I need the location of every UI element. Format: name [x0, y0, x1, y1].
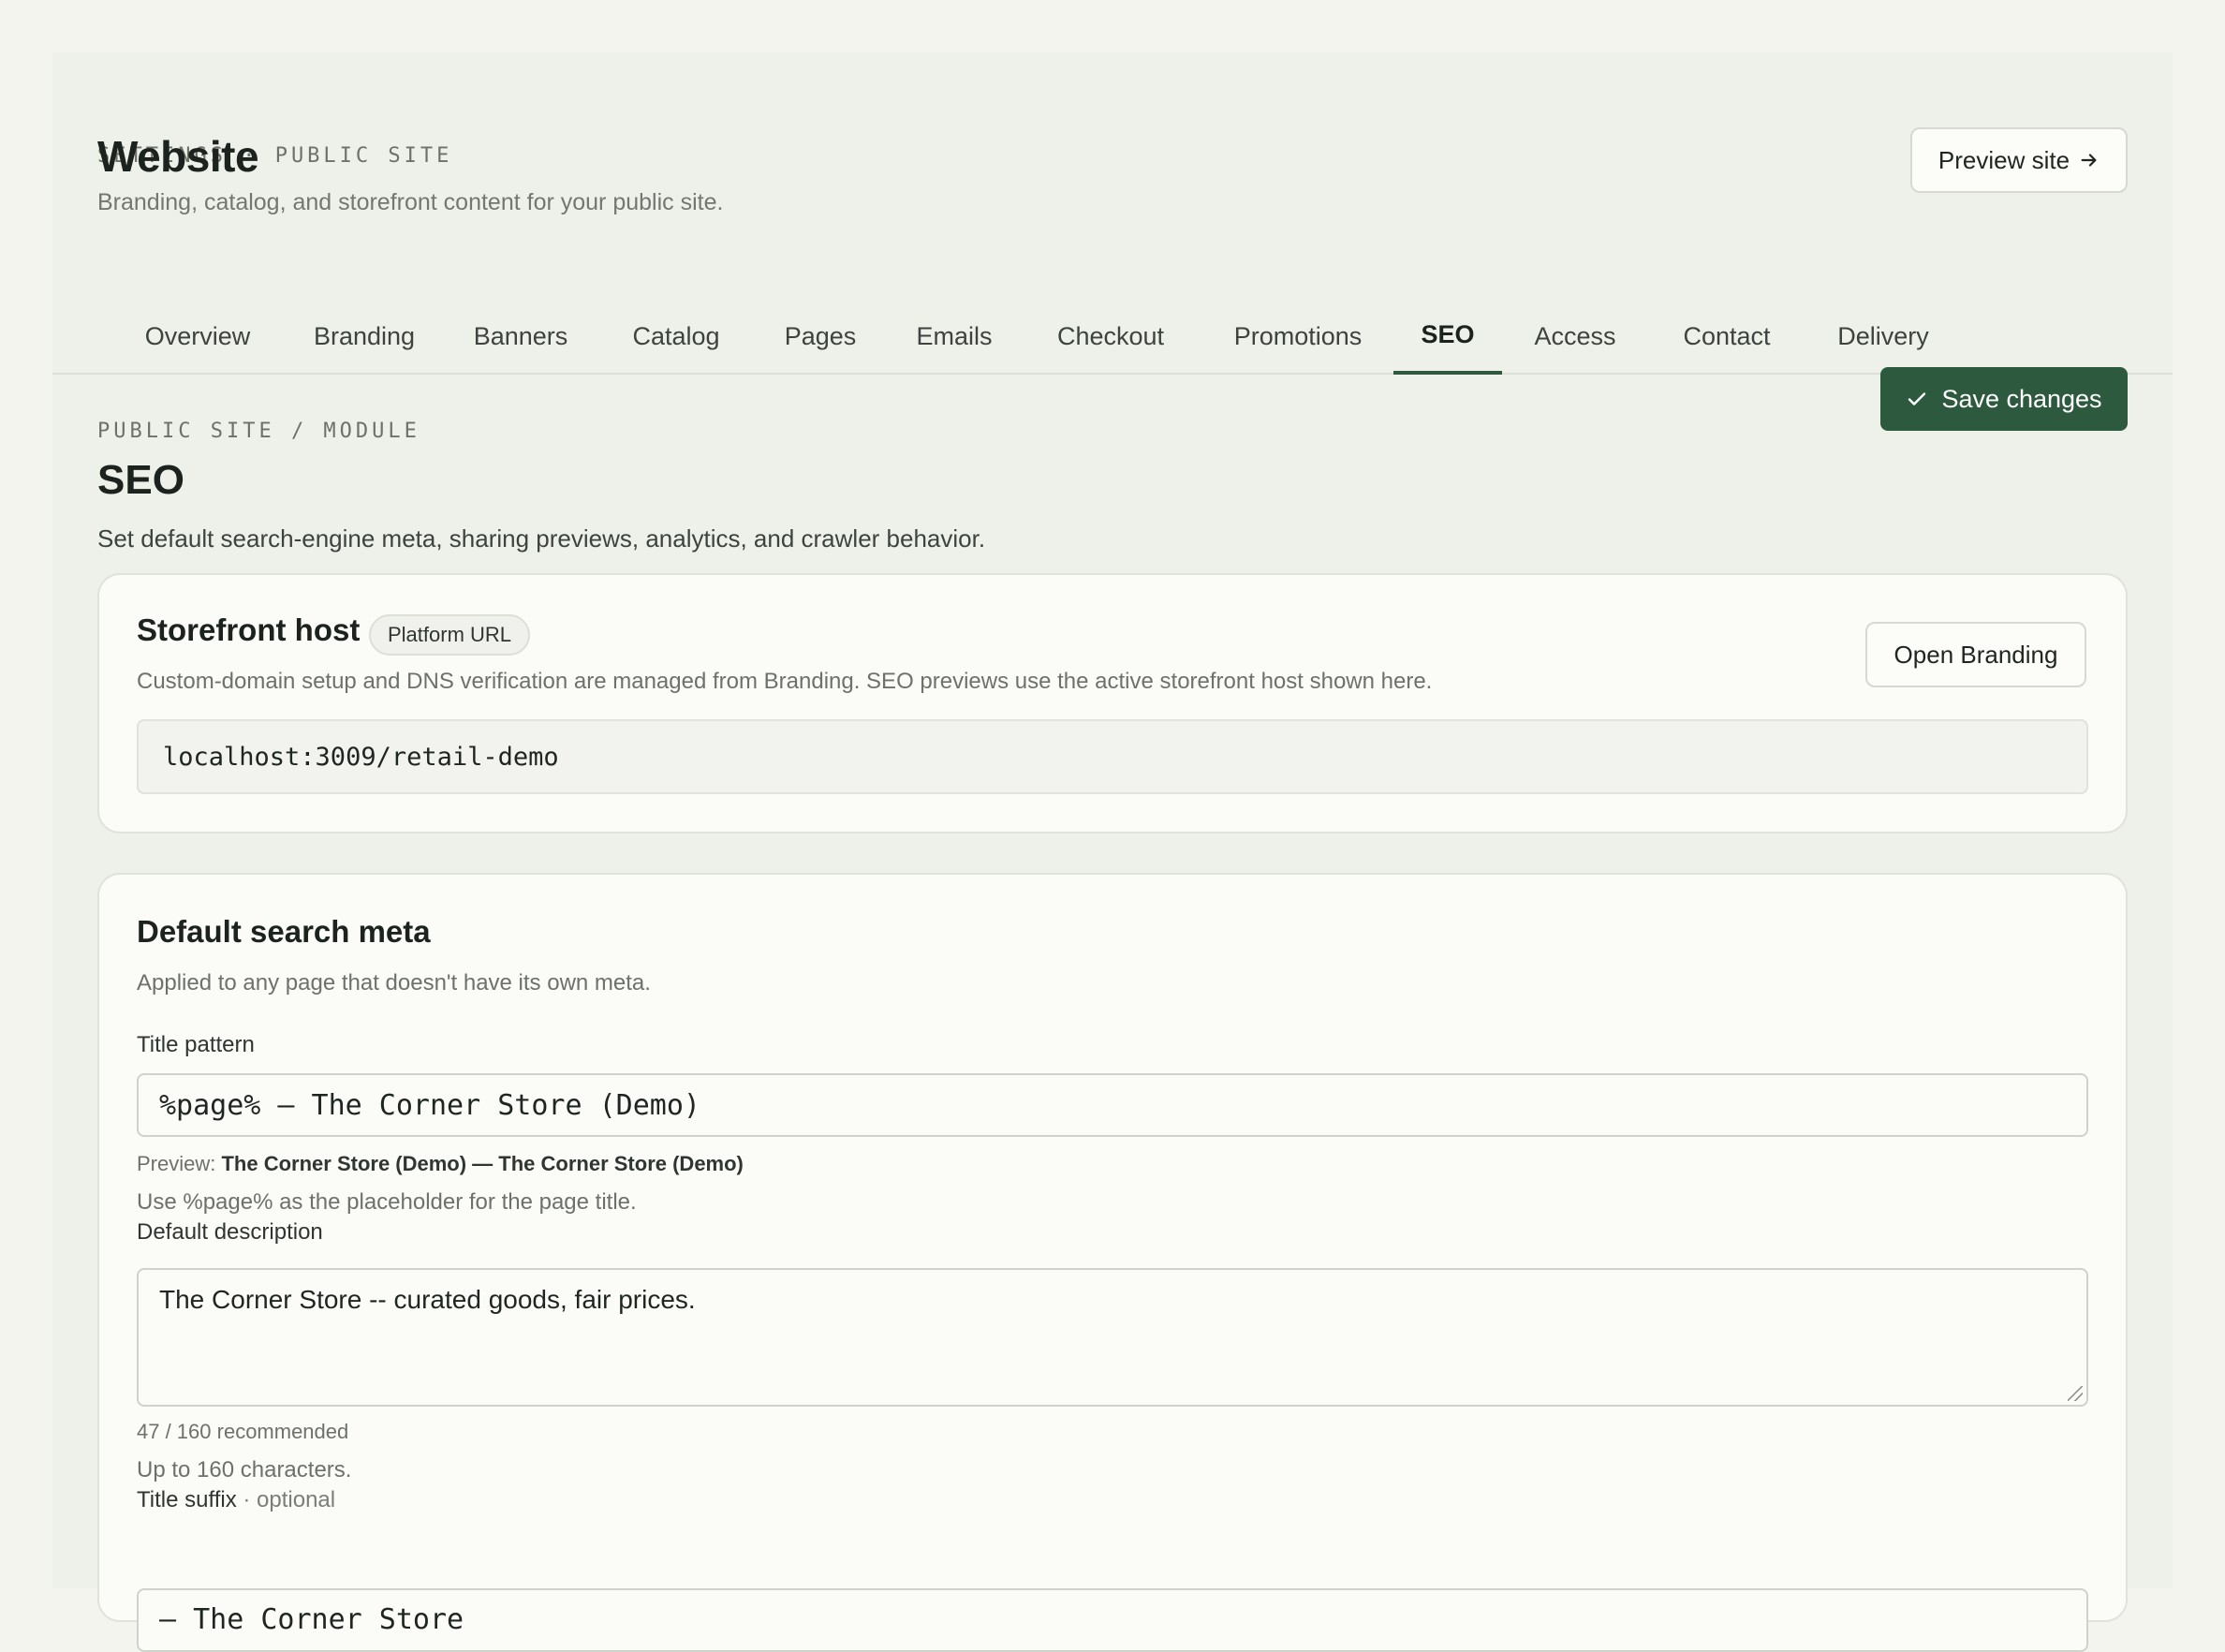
title-preview-prefix: Preview:: [137, 1152, 216, 1175]
storefront-host-help: Custom-domain setup and DNS verification…: [137, 669, 1433, 694]
title-pattern-input[interactable]: %page% — The Corner Store (Demo): [137, 1073, 2088, 1137]
title-suffix-optional: · optional: [243, 1487, 336, 1512]
tab-contact[interactable]: Contact: [1663, 298, 1790, 375]
title-suffix-label: Title suffix · optional: [137, 1487, 335, 1513]
module-title: SEO: [97, 457, 184, 503]
search-meta-help: Applied to any page that doesn't have it…: [137, 970, 651, 996]
tab-banners[interactable]: Banners: [455, 298, 586, 375]
default-description-value: The Corner Store -- curated goods, fair …: [159, 1285, 696, 1314]
module-description: Set default search-engine meta, sharing …: [97, 524, 986, 553]
tab-branding[interactable]: Branding: [294, 298, 435, 375]
page-subtitle: Branding, catalog, and storefront conten…: [97, 189, 724, 215]
save-changes-button[interactable]: Save changes: [1880, 367, 2128, 431]
search-meta-title: Default search meta: [137, 914, 431, 949]
title-suffix-label-text: Title suffix: [137, 1487, 237, 1512]
arrow-right-icon: [2081, 154, 2097, 167]
open-branding-label: Open Branding: [1893, 640, 2058, 669]
title-pattern-label: Title pattern: [137, 1032, 255, 1057]
tab-pages[interactable]: Pages: [764, 298, 877, 375]
tab-seo[interactable]: SEO: [1393, 298, 1502, 375]
module-breadcrumb: PUBLIC SITE / MODULE: [97, 420, 420, 443]
title-pattern-note: Use %page% as the placeholder for the pa…: [137, 1189, 637, 1215]
save-changes-label: Save changes: [1941, 384, 2102, 413]
storefront-host-card: Storefront host Platform URL Custom-doma…: [97, 573, 2128, 833]
tab-access[interactable]: Access: [1521, 298, 1629, 375]
storefront-host-value: localhost:3009/retail-demo: [137, 719, 2088, 794]
title-suffix-input[interactable]: — The Corner Store: [137, 1588, 2088, 1652]
title-preview: Preview: The Corner Store (Demo) — The C…: [137, 1152, 744, 1176]
description-note: Up to 160 characters.: [137, 1457, 352, 1482]
settings-panel: SETTINGS · PUBLIC SITE Website Branding,…: [52, 52, 2173, 1652]
preview-site-label: Preview site: [1938, 145, 2070, 174]
tab-promotions[interactable]: Promotions: [1214, 298, 1382, 375]
tab-emails[interactable]: Emails: [893, 298, 1015, 375]
preview-site-button[interactable]: Preview site: [1910, 127, 2128, 193]
section-tabs: Overview Branding Banners Catalog Pages …: [52, 298, 2173, 375]
platform-url-badge: Platform URL: [369, 614, 531, 656]
title-preview-value: The Corner Store (Demo) — The Corner Sto…: [221, 1152, 744, 1175]
description-char-count: 47 / 160 recommended: [137, 1420, 349, 1443]
default-description-label: Default description: [137, 1219, 323, 1245]
open-branding-button[interactable]: Open Branding: [1865, 622, 2086, 687]
storefront-host-title: Storefront host: [137, 612, 361, 647]
page-title: Website: [97, 132, 259, 181]
tab-delivery[interactable]: Delivery: [1813, 298, 1953, 375]
default-description-textarea[interactable]: The Corner Store -- curated goods, fair …: [137, 1268, 2088, 1407]
resize-handle-icon[interactable]: [2068, 1386, 2083, 1401]
tab-catalog[interactable]: Catalog: [611, 298, 742, 375]
tab-overview[interactable]: Overview: [127, 298, 268, 375]
tab-checkout[interactable]: Checkout: [1036, 298, 1186, 375]
search-meta-card: Default search meta Applied to any page …: [97, 873, 2128, 1652]
check-icon: [1908, 392, 1926, 406]
